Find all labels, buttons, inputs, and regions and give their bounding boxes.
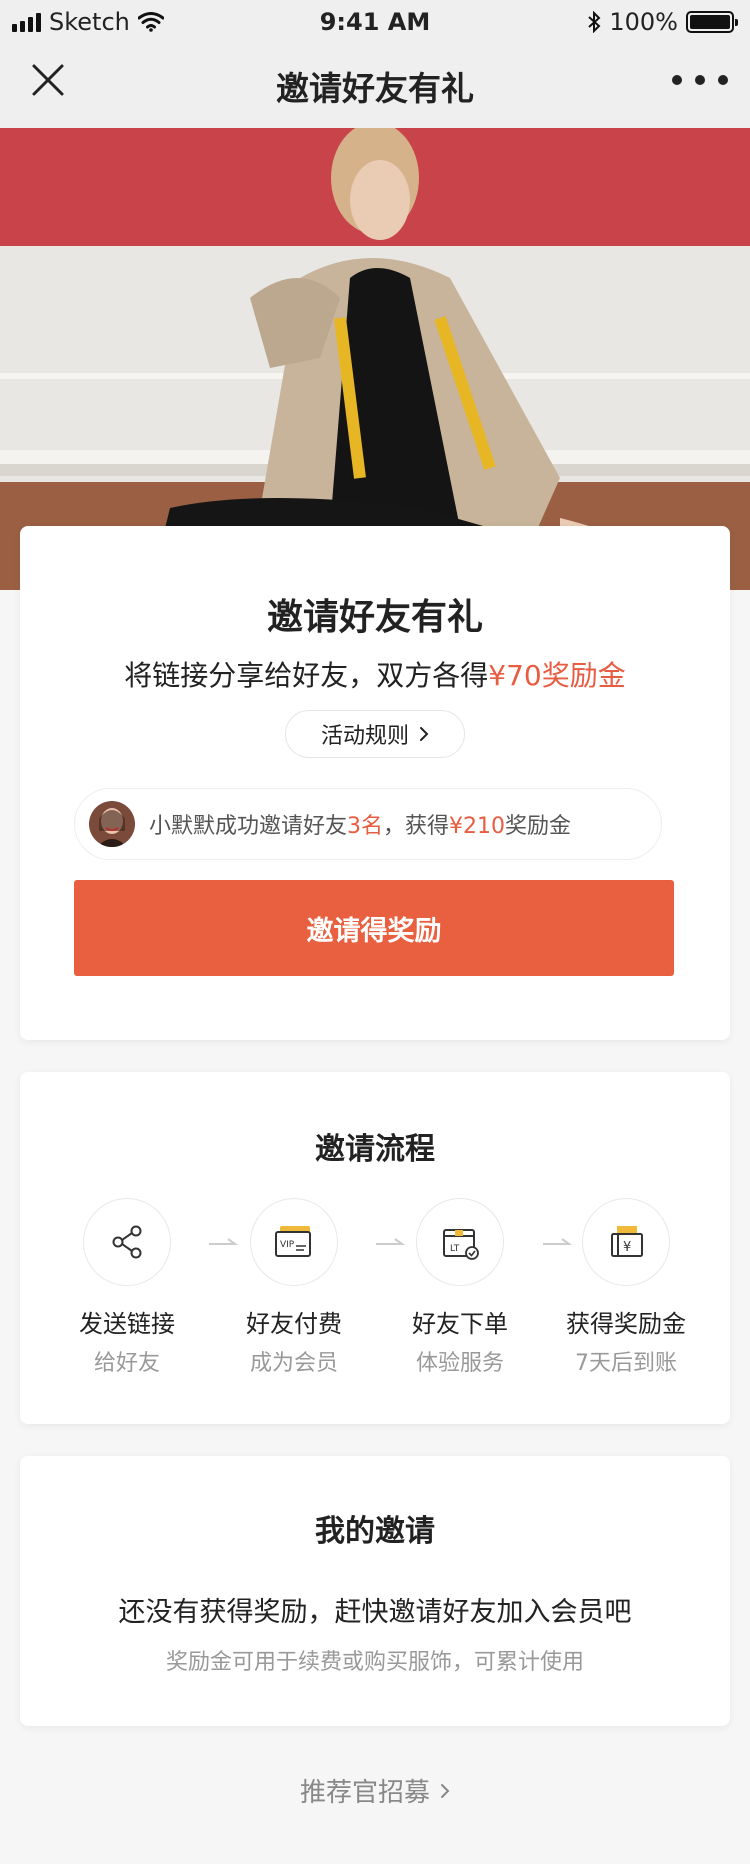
subtitle-text: 将链接分享给好友，双方各得 [124, 659, 489, 692]
notice-text: 小默默成功邀请好友3名，获得¥210奖励金 [149, 808, 571, 840]
notice-part2: ，获得 [383, 814, 450, 839]
step-label: 获得奖励金 [566, 1310, 686, 1338]
step-sub: 给好友 [93, 1351, 160, 1376]
more-icon [672, 75, 682, 85]
chevron-right-icon [420, 727, 429, 741]
step-friend-order: LT 好友下单 体验服务 [380, 1198, 540, 1377]
my-invites-sub: 奖励金可用于续费或购买服饰，可累计使用 [165, 1650, 584, 1675]
recruit-link[interactable]: 推荐官招募 [0, 1772, 750, 1809]
hero-image [0, 128, 750, 590]
chevron-right-icon [441, 1783, 450, 1798]
rules-button[interactable]: 活动规则 [285, 710, 465, 758]
status-bar: Sketch 9:41 AM 100% [0, 0, 750, 40]
svg-text:LT: LT [450, 1244, 460, 1254]
battery-icon [686, 11, 738, 33]
my-invites-title: 我的邀请 [315, 1514, 435, 1549]
step-send-link: 发送链接 给好友 [47, 1198, 207, 1377]
more-button[interactable] [672, 62, 728, 98]
page-title: 邀请好友有礼 [276, 69, 474, 108]
invite-flow-card: 邀请流程 发送链接 给好友 VIP 好友付费 成为会员 LT 好友下单 体验服务… [20, 1072, 730, 1424]
share-icon [83, 1198, 171, 1286]
step-sub: 7天后到账 [575, 1351, 677, 1376]
invite-reward-button[interactable]: 邀请得奖励 [74, 880, 674, 976]
recruit-label: 推荐官招募 [299, 1778, 430, 1808]
notice-part1: 小默默成功邀请好友 [149, 814, 348, 839]
invite-card: 邀请好友有礼 将链接分享给好友，双方各得¥70奖励金 活动规则 小默默成功邀请好… [20, 526, 730, 1040]
bluetooth-icon [588, 11, 601, 33]
nav-bar: 邀请好友有礼 [0, 40, 750, 128]
avatar [89, 801, 135, 847]
svg-text:VIP: VIP [280, 1240, 295, 1250]
invite-subtitle: 将链接分享给好友，双方各得¥70奖励金 [20, 654, 730, 694]
invite-title: 邀请好友有礼 [266, 597, 483, 638]
svg-text:¥: ¥ [623, 1240, 631, 1255]
package-icon: LT [416, 1198, 504, 1286]
step-get-reward: ¥ 获得奖励金 7天后到账 [546, 1198, 706, 1377]
step-label: 好友付费 [246, 1310, 342, 1338]
step-sub: 成为会员 [249, 1351, 338, 1376]
vip-card-icon: VIP [250, 1198, 338, 1286]
my-invites-card: 我的邀请 还没有获得奖励，赶快邀请好友加入会员吧 奖励金可用于续费或购买服饰，可… [20, 1456, 730, 1726]
step-label: 好友下单 [412, 1310, 508, 1338]
notice-count: 3名 [347, 814, 384, 839]
status-right: 100% [587, 8, 738, 36]
step-friend-pay: VIP 好友付费 成为会员 [214, 1198, 374, 1377]
flow-title: 邀请流程 [315, 1132, 435, 1167]
notice-part3: 奖励金 [505, 814, 572, 839]
notice-amount: ¥210 [449, 814, 506, 839]
step-sub: 体验服务 [415, 1351, 504, 1376]
reward-amount: ¥70奖励金 [488, 659, 626, 692]
flow-steps: 发送链接 给好友 VIP 好友付费 成为会员 LT 好友下单 体验服务 ¥ 获得… [20, 1198, 730, 1398]
money-envelope-icon: ¥ [582, 1198, 670, 1286]
step-label: 发送链接 [79, 1310, 175, 1338]
invite-notice: 小默默成功邀请好友3名，获得¥210奖励金 [74, 788, 662, 860]
rules-label: 活动规则 [320, 724, 409, 749]
battery-percent: 100% [609, 8, 678, 36]
my-invites-message: 还没有获得奖励，赶快邀请好友加入会员吧 [118, 1597, 632, 1628]
